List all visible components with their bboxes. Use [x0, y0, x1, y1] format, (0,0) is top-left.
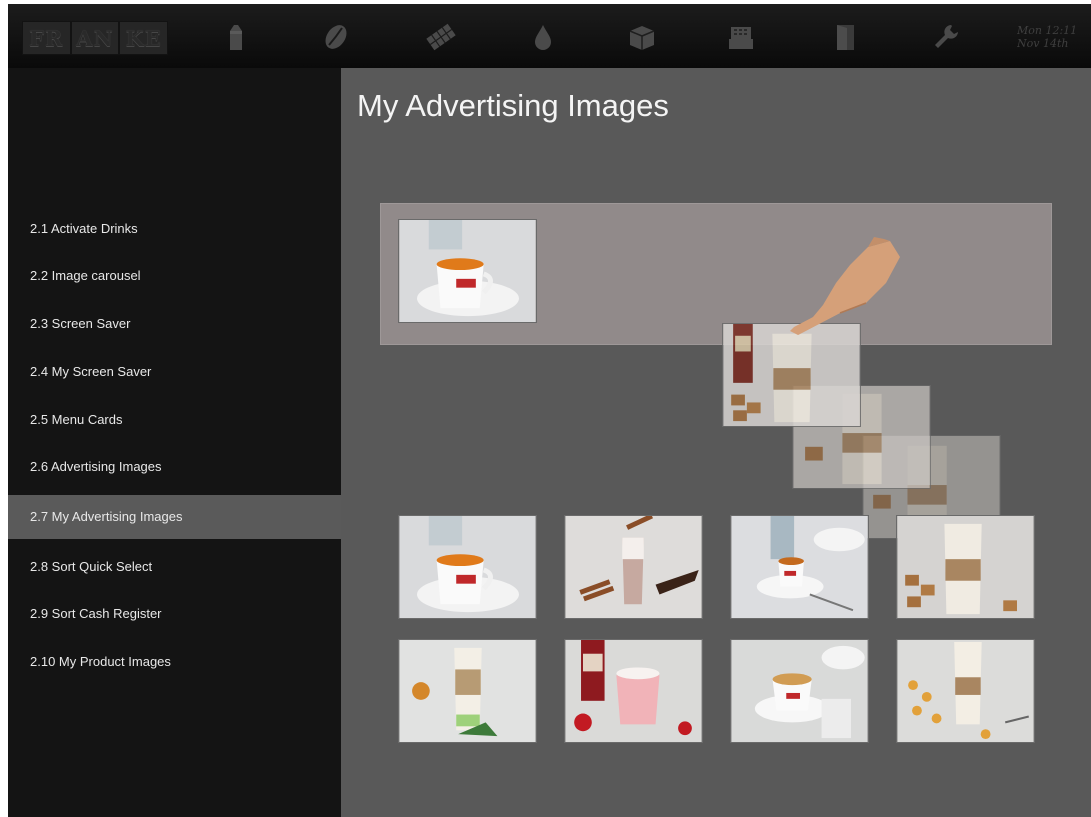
- sidebar-item-my-advertising-images[interactable]: 2.7 My Advertising Images: [8, 495, 341, 539]
- gallery-image-cappuccino-cup[interactable]: [730, 639, 869, 743]
- sidebar-item-advertising-images[interactable]: 2.6 Advertising Images: [8, 445, 341, 489]
- page-title: My Advertising Images: [357, 88, 669, 123]
- gallery-image-coffee-cup-saucer[interactable]: [730, 515, 869, 619]
- logo-letters-1: FR: [22, 21, 71, 55]
- milk-carton-icon[interactable]: [216, 20, 256, 54]
- door-icon[interactable]: [825, 20, 865, 54]
- top-toolbar: FR AN KE Mon 12:11 Nov 14th: [8, 4, 1091, 68]
- box-icon[interactable]: [622, 20, 662, 54]
- sidebar-item-sort-quick-select[interactable]: 2.8 Sort Quick Select: [8, 545, 341, 589]
- sidebar-item-my-product-images[interactable]: 2.10 My Product Images: [8, 640, 341, 684]
- gallery-image-strawberry-milk-glass[interactable]: [564, 639, 703, 743]
- wrench-icon[interactable]: [926, 20, 966, 54]
- logo-letters-3: KE: [119, 21, 169, 55]
- logo-letters-2: AN: [70, 21, 120, 55]
- sidebar-item-sort-cash-register[interactable]: 2.9 Sort Cash Register: [8, 592, 341, 636]
- gallery-image-latte-macchiato-glass[interactable]: [896, 515, 1035, 619]
- chocolate-bar-icon[interactable]: [421, 20, 461, 54]
- sidebar-item-menu-cards[interactable]: 2.5 Menu Cards: [8, 398, 341, 442]
- gallery-image-layered-latte-caramel[interactable]: [896, 639, 1035, 743]
- main-panel: My Advertising Images: [341, 68, 1091, 817]
- sidebar-item-my-screen-saver[interactable]: 2.4 My Screen Saver: [8, 350, 341, 394]
- pointing-hand-icon: [788, 235, 908, 339]
- sidebar-item-image-carousel[interactable]: 2.2 Image carousel: [8, 254, 341, 298]
- time-text: Mon 12:11: [1017, 24, 1078, 37]
- water-drop-icon[interactable]: [523, 20, 563, 54]
- cash-drawer-icon[interactable]: [721, 20, 761, 54]
- gallery-image-layered-latte-glass[interactable]: [398, 639, 537, 743]
- gallery-image-hot-chocolate-glass[interactable]: [564, 515, 703, 619]
- coffee-bean-icon[interactable]: [316, 20, 356, 54]
- app-window: FR AN KE Mon 12:11 Nov 14th 2.1 Activate…: [8, 4, 1091, 817]
- selected-image-espresso-cup[interactable]: [398, 219, 537, 323]
- sidebar-item-activate-drinks[interactable]: 2.1 Activate Drinks: [8, 207, 341, 251]
- franke-logo: FR AN KE: [22, 21, 169, 55]
- gallery-image-espresso-cup[interactable]: [398, 515, 537, 619]
- sidebar-item-screen-saver[interactable]: 2.3 Screen Saver: [8, 302, 341, 346]
- sidebar-menu: 2.1 Activate Drinks 2.2 Image carousel 2…: [8, 68, 341, 817]
- date-time-display: Mon 12:11 Nov 14th: [1017, 24, 1091, 50]
- date-text: Nov 14th: [1017, 37, 1069, 50]
